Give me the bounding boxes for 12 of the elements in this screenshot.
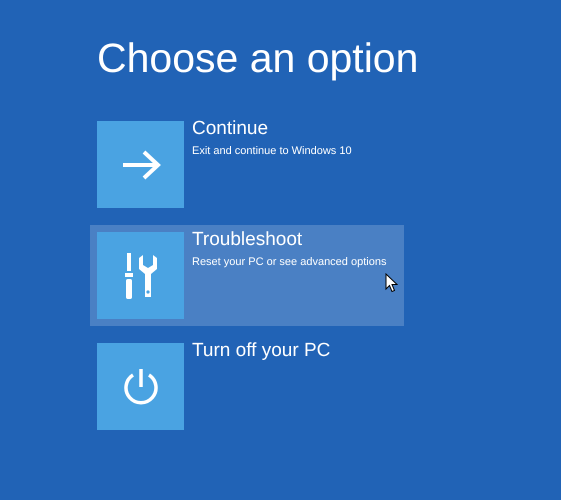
option-label: Troubleshoot	[192, 230, 302, 250]
option-description: Reset your PC or see advanced options	[192, 255, 386, 269]
arrow-icon	[120, 150, 160, 180]
tools-icon	[122, 252, 158, 298]
page-title: Choose an option	[97, 36, 418, 80]
option-label: Continue	[192, 119, 268, 139]
option-label: Turn off your PC	[192, 341, 330, 361]
option-item[interactable]: Continue Exit and continue to Windows 10	[90, 114, 404, 215]
cursor-icon	[385, 273, 398, 293]
option-description: Exit and continue to Windows 10	[192, 144, 352, 158]
option-item[interactable]: Turn off your PC	[90, 336, 404, 437]
option-item[interactable]: Troubleshoot Reset your PC or see advanced options	[90, 225, 404, 326]
